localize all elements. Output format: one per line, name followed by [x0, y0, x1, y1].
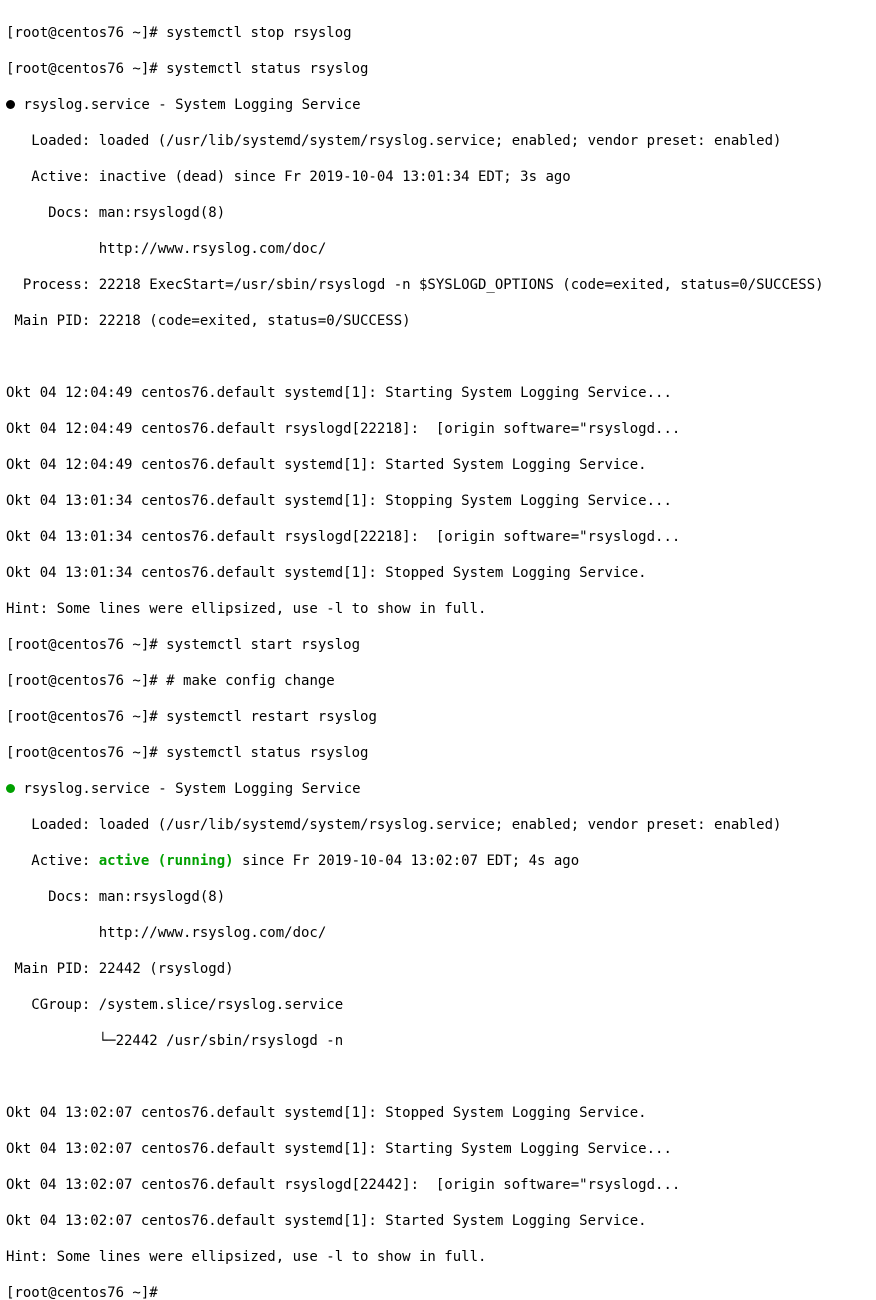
command-text: systemctl status rsyslog: [166, 61, 368, 77]
loaded-line: Loaded: loaded (/usr/lib/systemd/system/…: [6, 816, 870, 834]
log-line: Okt 04 13:02:07 centos76.default systemd…: [6, 1104, 870, 1122]
prompt: [root@centos76 ~]#: [6, 25, 166, 41]
mainpid-line: Main PID: 22218 (code=exited, status=0/S…: [6, 312, 870, 330]
prompt-line: [root@centos76 ~]# systemctl status rsys…: [6, 744, 870, 762]
log-line: Okt 04 12:04:49 centos76.default rsyslog…: [6, 420, 870, 438]
prompt: [root@centos76 ~]#: [6, 1285, 166, 1300]
log-line: Okt 04 13:01:34 centos76.default rsyslog…: [6, 528, 870, 546]
active-suffix: since Fr 2019-10-04 13:02:07 EDT; 4s ago: [234, 853, 580, 869]
prompt-line: [root@centos76 ~]# systemctl status rsys…: [6, 60, 870, 78]
prompt-line: [root@centos76 ~]# # make config change: [6, 672, 870, 690]
command-text: systemctl stop rsyslog: [166, 25, 351, 41]
log-line: Okt 04 13:02:07 centos76.default rsyslog…: [6, 1176, 870, 1194]
active-line: Active: inactive (dead) since Fr 2019-10…: [6, 168, 870, 186]
terminal-output[interactable]: [root@centos76 ~]# systemctl stop rsyslo…: [0, 0, 876, 1300]
log-line: Okt 04 13:01:34 centos76.default systemd…: [6, 492, 870, 510]
status-header: rsyslog.service - System Logging Service: [6, 96, 870, 114]
prompt-line: [root@centos76 ~]#: [6, 1284, 870, 1300]
cgroup-line: └─22442 /usr/sbin/rsyslogd -n: [6, 1032, 870, 1050]
process-line: Process: 22218 ExecStart=/usr/sbin/rsysl…: [6, 276, 870, 294]
docs-line: Docs: man:rsyslogd(8): [6, 888, 870, 906]
status-dot-icon: [6, 781, 15, 797]
log-line: Okt 04 13:02:07 centos76.default systemd…: [6, 1212, 870, 1230]
status-header-text: rsyslog.service - System Logging Service: [15, 97, 361, 113]
command-text: systemctl status rsyslog: [166, 745, 368, 761]
docs-line: Docs: man:rsyslogd(8): [6, 204, 870, 222]
command-text: systemctl start rsyslog: [166, 637, 360, 653]
docs-line: http://www.rsyslog.com/doc/: [6, 240, 870, 258]
command-text: systemctl restart rsyslog: [166, 709, 377, 725]
active-prefix: Active:: [6, 853, 99, 869]
blank-line: [6, 1068, 870, 1086]
status-header-text: rsyslog.service - System Logging Service: [15, 781, 361, 797]
prompt: [root@centos76 ~]#: [6, 61, 166, 77]
log-line: Okt 04 12:04:49 centos76.default systemd…: [6, 456, 870, 474]
prompt: [root@centos76 ~]#: [6, 673, 166, 689]
prompt: [root@centos76 ~]#: [6, 745, 166, 761]
prompt: [root@centos76 ~]#: [6, 709, 166, 725]
prompt-line: [root@centos76 ~]# systemctl stop rsyslo…: [6, 24, 870, 42]
log-line: Okt 04 13:02:07 centos76.default systemd…: [6, 1140, 870, 1158]
mainpid-line: Main PID: 22442 (rsyslogd): [6, 960, 870, 978]
log-line: Okt 04 13:01:34 centos76.default systemd…: [6, 564, 870, 582]
prompt: [root@centos76 ~]#: [6, 637, 166, 653]
log-line: Okt 04 12:04:49 centos76.default systemd…: [6, 384, 870, 402]
hint-line: Hint: Some lines were ellipsized, use -l…: [6, 600, 870, 618]
cgroup-line: CGroup: /system.slice/rsyslog.service: [6, 996, 870, 1014]
command-text: # make config change: [166, 673, 335, 689]
prompt-line: [root@centos76 ~]# systemctl start rsysl…: [6, 636, 870, 654]
docs-line: http://www.rsyslog.com/doc/: [6, 924, 870, 942]
prompt-line: [root@centos76 ~]# systemctl restart rsy…: [6, 708, 870, 726]
active-state: active (running): [99, 853, 234, 869]
hint-line: Hint: Some lines were ellipsized, use -l…: [6, 1248, 870, 1266]
status-header: rsyslog.service - System Logging Service: [6, 780, 870, 798]
loaded-line: Loaded: loaded (/usr/lib/systemd/system/…: [6, 132, 870, 150]
active-line: Active: active (running) since Fr 2019-1…: [6, 852, 870, 870]
status-dot-icon: [6, 97, 15, 113]
blank-line: [6, 348, 870, 366]
